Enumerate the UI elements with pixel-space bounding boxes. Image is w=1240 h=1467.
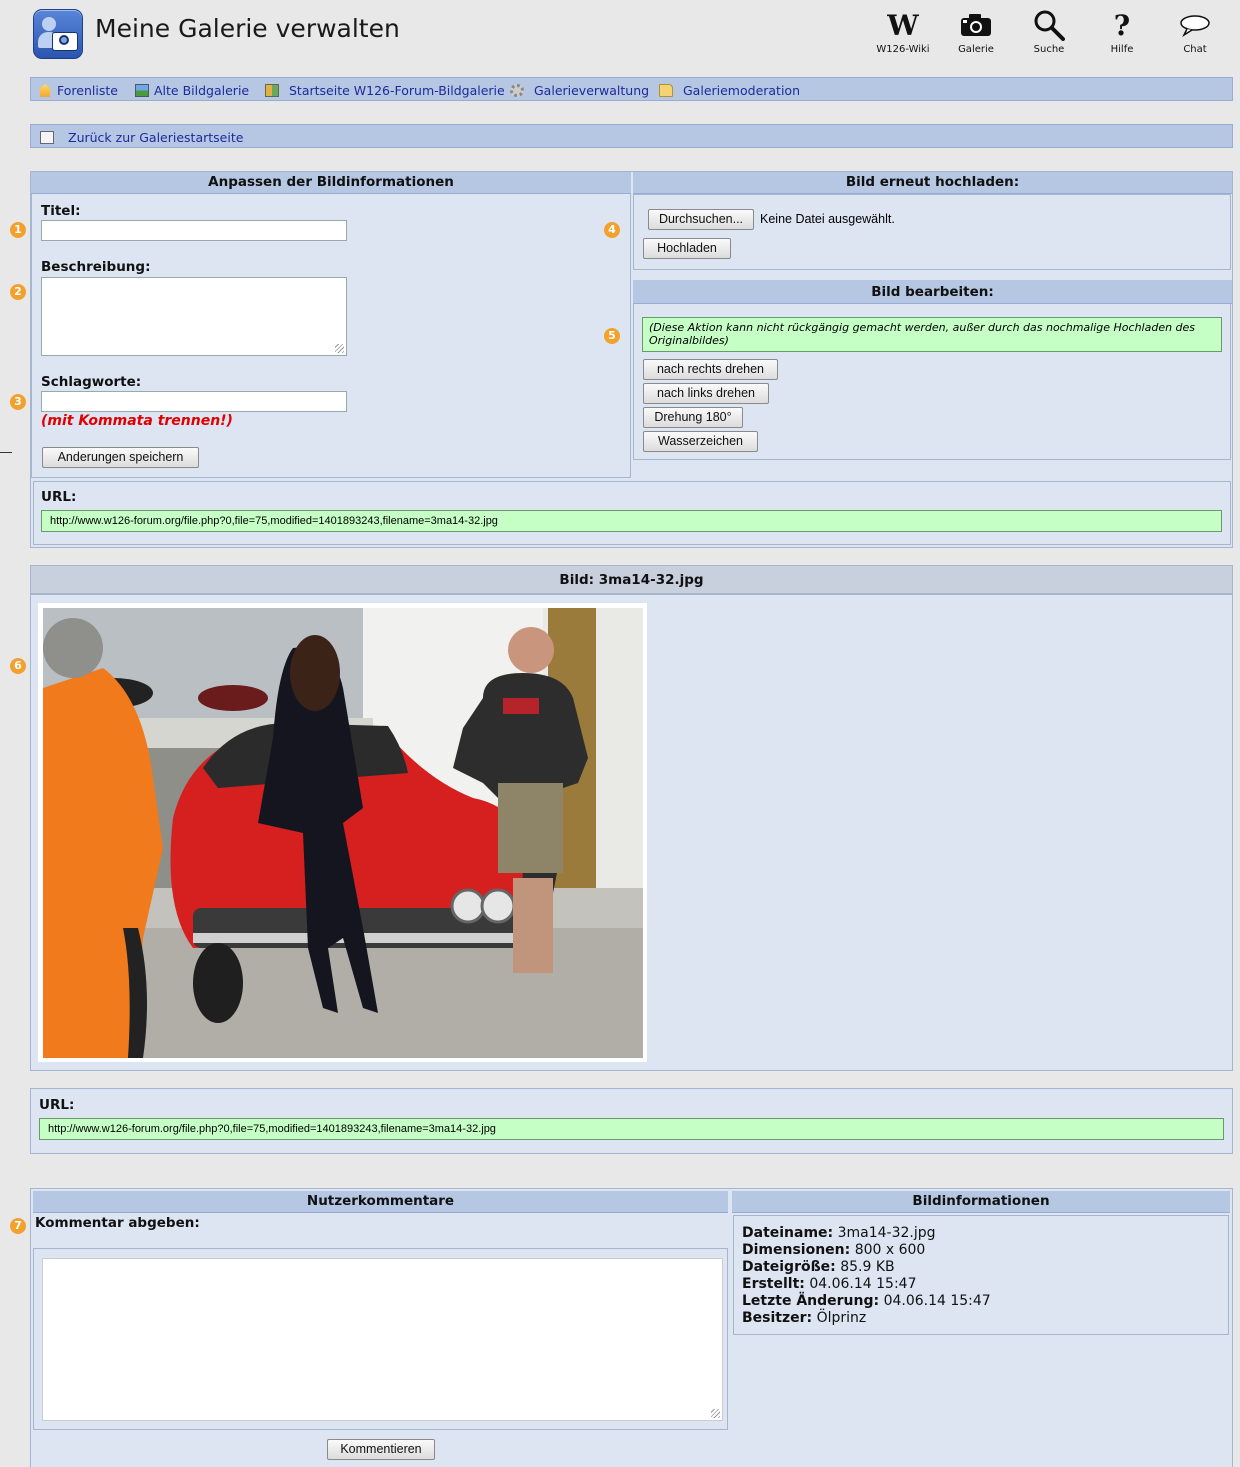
resize-grip-icon[interactable] — [711, 1409, 720, 1418]
edit-info-heading: Anpassen der Bildinformationen — [31, 172, 631, 194]
chat-icon — [1163, 8, 1227, 42]
image-info-list: Dateiname: 3ma14-32.jpg Dimensionen: 800… — [742, 1225, 991, 1327]
marker-7: 7 — [10, 1218, 26, 1234]
camera-icon — [944, 8, 1008, 42]
gallery-photo[interactable] — [43, 608, 643, 1058]
image-heading: Bild: 3ma14-32.jpg — [31, 566, 1232, 595]
image-url-label: URL: — [39, 1097, 75, 1113]
nav-galerie-label: Galerie — [958, 44, 994, 55]
image-url-field[interactable]: http://www.w126-forum.org/file.php?0,fil… — [39, 1118, 1224, 1140]
lens-icon — [59, 35, 69, 45]
breadcrumb-alte-bildgalerie[interactable]: Alte Bildgalerie — [135, 83, 249, 98]
title-input[interactable] — [41, 220, 347, 241]
marker-1: 1 — [10, 222, 26, 238]
description-label: Beschreibung: — [41, 259, 151, 275]
info-row-filename: Dateiname: 3ma14-32.jpg — [742, 1225, 936, 1241]
tags-hint: (mit Kommata trennen!) — [41, 413, 233, 429]
back-to-gallery-link[interactable]: Zurück zur Galeriestartseite — [40, 130, 243, 145]
info-row-dimensions: Dimensionen: 800 x 600 — [742, 1242, 926, 1258]
marker-4: 4 — [604, 222, 620, 238]
rotate-180-button[interactable]: Drehung 180° — [643, 407, 743, 428]
comment-label: Kommentar abgeben: — [35, 1215, 200, 1231]
edge-line — [0, 452, 12, 453]
gear-icon — [510, 84, 524, 97]
nav-hilfe-label: Hilfe — [1110, 44, 1134, 55]
comments-heading: Nutzerkommentare — [33, 1191, 728, 1213]
nav-suche-label: Suche — [1033, 44, 1065, 55]
folder-icon — [659, 84, 673, 97]
gallery-logo — [33, 9, 83, 59]
home-icon — [40, 131, 54, 144]
info-row-created: Erstellt: 04.06.14 15:47 — [742, 1276, 917, 1292]
nav-galerie[interactable]: Galerie — [944, 8, 1008, 60]
picture-icon — [135, 84, 149, 97]
edit-url-field[interactable]: http://www.w126-forum.org/file.php?0,fil… — [41, 510, 1222, 532]
no-file-text: Keine Datei ausgewählt. — [760, 212, 895, 226]
title-label: Titel: — [41, 203, 81, 219]
browse-button[interactable]: Durchsuchen... — [648, 209, 754, 230]
save-changes-button[interactable]: Anderungen speichern — [42, 447, 199, 468]
image-frame — [38, 603, 647, 1062]
nav-wiki-label: W126-Wiki — [876, 44, 930, 55]
gallery-icon — [265, 84, 279, 97]
upload-button[interactable]: Hochladen — [643, 238, 731, 259]
breadcrumb-forenliste[interactable]: Forenliste — [38, 83, 118, 98]
info-row-modified: Letzte Änderung: 04.06.14 15:47 — [742, 1293, 991, 1309]
comment-submit-button[interactable]: Kommentieren — [327, 1439, 435, 1460]
home-icon — [38, 84, 52, 97]
nav-hilfe[interactable]: ? Hilfe — [1090, 8, 1154, 60]
tags-label: Schlagworte: — [41, 374, 142, 390]
edit-image-heading: Bild bearbeiten: — [633, 280, 1232, 304]
nav-wiki[interactable]: W W126-Wiki — [871, 8, 935, 60]
warning-box: (Diese Aktion kann nicht rückgängig gema… — [642, 317, 1222, 352]
rotate-right-button[interactable]: nach rechts drehen — [643, 359, 778, 380]
help-icon: ? — [1113, 8, 1131, 42]
tags-input[interactable] — [41, 391, 347, 412]
marker-6: 6 — [10, 658, 26, 674]
watermark-button[interactable]: Wasserzeichen — [643, 431, 758, 452]
search-icon — [1017, 8, 1081, 42]
resize-grip-icon[interactable] — [335, 344, 344, 353]
image-info-heading: Bildinformationen — [732, 1191, 1230, 1213]
nav-chat[interactable]: Chat — [1163, 8, 1227, 60]
info-row-owner: Besitzer: Ölprinz — [742, 1310, 867, 1326]
person-head-icon — [42, 17, 56, 31]
comment-textarea[interactable] — [42, 1258, 723, 1421]
back-bar: Zurück zur Galeriestartseite — [30, 124, 1233, 148]
edit-url-label: URL: — [41, 489, 77, 505]
breadcrumb-galerieverwaltung[interactable]: Galerieverwaltung — [510, 83, 649, 98]
breadcrumb: Forenliste Alte Bildgalerie Startseite W… — [30, 77, 1233, 101]
marker-5: 5 — [604, 328, 620, 344]
breadcrumb-startseite-bildgalerie[interactable]: Startseite W126-Forum-Bildgalerie — [265, 83, 505, 98]
breadcrumb-galeriemoderation[interactable]: Galeriemoderation — [659, 83, 800, 98]
page-title: Meine Galerie verwalten — [95, 14, 400, 43]
reupload-heading: Bild erneut hochladen: — [633, 172, 1232, 194]
description-textarea[interactable] — [41, 277, 347, 356]
marker-3: 3 — [10, 394, 26, 410]
marker-2: 2 — [10, 284, 26, 300]
nav-chat-label: Chat — [1183, 44, 1207, 55]
info-row-filesize: Dateigröße: 85.9 KB — [742, 1259, 895, 1275]
nav-suche[interactable]: Suche — [1017, 8, 1081, 60]
wiki-icon: W — [887, 8, 919, 42]
rotate-left-button[interactable]: nach links drehen — [643, 383, 769, 404]
